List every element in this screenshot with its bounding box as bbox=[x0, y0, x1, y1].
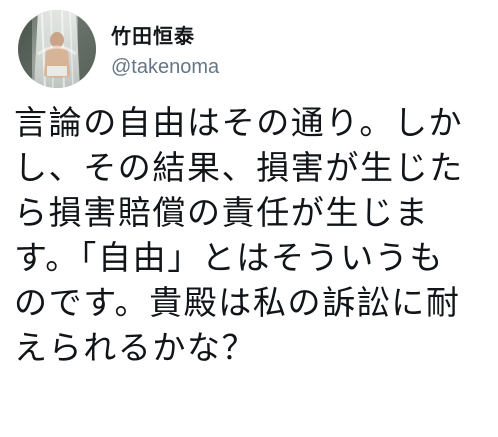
tweet-text-line: ら損害賠償の責任が生じま bbox=[14, 193, 430, 232]
tweet-card: 竹田恒泰 @takenoma 言論の自由はその通り。しか し、その結果、損害が生… bbox=[0, 0, 498, 437]
tweet-text-line: のです。貴殿は私の訴訟に耐 bbox=[14, 283, 461, 322]
tweet-body: 言論の自由はその通り。しか し、その結果、損害が生じた ら損害賠償の責任が生じま… bbox=[14, 100, 484, 370]
tweet-text-line: 言論の自由はその通り。しか bbox=[14, 103, 464, 142]
author-username[interactable]: @takenoma bbox=[111, 56, 219, 79]
avatar[interactable] bbox=[18, 10, 96, 88]
author-display-name[interactable]: 竹田恒泰 bbox=[111, 20, 195, 49]
tweet-text-line: す。「自由」とはそういうも bbox=[14, 238, 444, 277]
tweet-text-line: し、その結果、損害が生じた bbox=[14, 148, 464, 187]
tweet-header: 竹田恒泰 @takenoma bbox=[18, 10, 478, 92]
tweet-text-line: えられるかな？ bbox=[14, 328, 257, 367]
avatar-photo-icon bbox=[18, 10, 96, 88]
